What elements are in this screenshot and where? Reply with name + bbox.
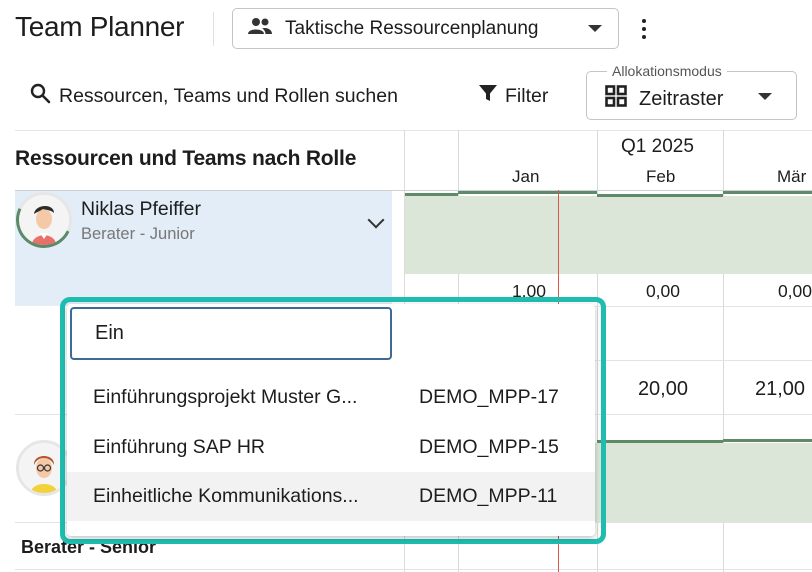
- project-option-code: DEMO_MPP-17: [419, 386, 559, 408]
- month-header-mar: Mär: [777, 167, 807, 186]
- resources-column-header: Ressourcen und Teams nach Rolle: [15, 147, 357, 170]
- search-label: Ressourcen, Teams und Rollen suchen: [59, 85, 398, 107]
- caret-down-icon: [588, 25, 602, 32]
- allocation-line: [723, 439, 812, 442]
- title-divider: [213, 12, 214, 46]
- people-icon: [247, 17, 273, 41]
- app-title: Team Planner: [15, 11, 185, 42]
- allocation-mode-select[interactable]: Allokationsmodus Zeitraster: [586, 63, 797, 120]
- plan-select-label: Taktische Ressourcenplanung: [285, 17, 539, 39]
- cell-value-feb: 0,00: [645, 281, 680, 301]
- allocation-line: [458, 191, 597, 194]
- search-resources-button[interactable]: Ressourcen, Teams und Rollen suchen: [30, 83, 398, 110]
- project-option[interactable]: Einführungsprojekt Muster G... DEMO_MPP-…: [67, 373, 595, 422]
- cell-value-feb: 20,00: [637, 378, 688, 400]
- search-icon: [30, 83, 51, 110]
- quarter-header: Q1 2025: [621, 136, 694, 157]
- project-search-input[interactable]: [70, 307, 392, 360]
- resource-name: Niklas Pfeiffer: [81, 198, 201, 220]
- project-option-name: Einführungsprojekt Muster G...: [93, 386, 358, 408]
- allocation-line: [597, 440, 723, 443]
- allocation-bar: [405, 196, 812, 274]
- cell-value-mar: 0,00: [777, 281, 812, 301]
- allocation-line: [723, 191, 812, 194]
- caret-down-icon: [758, 93, 772, 100]
- row-divider: [15, 569, 812, 570]
- more-vert-icon[interactable]: [636, 14, 652, 44]
- allocation-line: [405, 193, 458, 196]
- cell-value-mar: 21,00: [755, 378, 806, 400]
- filter-button[interactable]: Filter: [478, 83, 548, 109]
- grid-view-icon: [605, 85, 627, 113]
- allocation-mode-value: Zeitraster: [639, 87, 724, 110]
- month-header-feb: Feb: [646, 167, 676, 186]
- filter-icon: [478, 83, 498, 109]
- project-option-code: DEMO_MPP-15: [419, 436, 559, 458]
- resource-role: Berater - Junior: [81, 225, 195, 243]
- resource-row[interactable]: [15, 191, 392, 306]
- project-search-dropdown: Einführungsprojekt Muster G... DEMO_MPP-…: [67, 304, 595, 536]
- allocation-line: [597, 194, 723, 197]
- project-option[interactable]: Einführung SAP HR DEMO_MPP-15: [67, 423, 595, 472]
- project-option-code: DEMO_MPP-11: [419, 485, 558, 507]
- allocation-mode-legend: Allokationsmodus: [607, 63, 727, 79]
- filter-label: Filter: [505, 84, 549, 107]
- grid-top-divider: [15, 130, 812, 131]
- project-option-name: Einführung SAP HR: [93, 436, 265, 458]
- plan-select[interactable]: Taktische Ressourcenplanung: [232, 8, 619, 49]
- project-option[interactable]: Einheitliche Kommunikations... DEMO_MPP-…: [67, 472, 595, 521]
- month-header-jan: Jan: [512, 167, 540, 186]
- project-option-name: Einheitliche Kommunikations...: [93, 485, 359, 507]
